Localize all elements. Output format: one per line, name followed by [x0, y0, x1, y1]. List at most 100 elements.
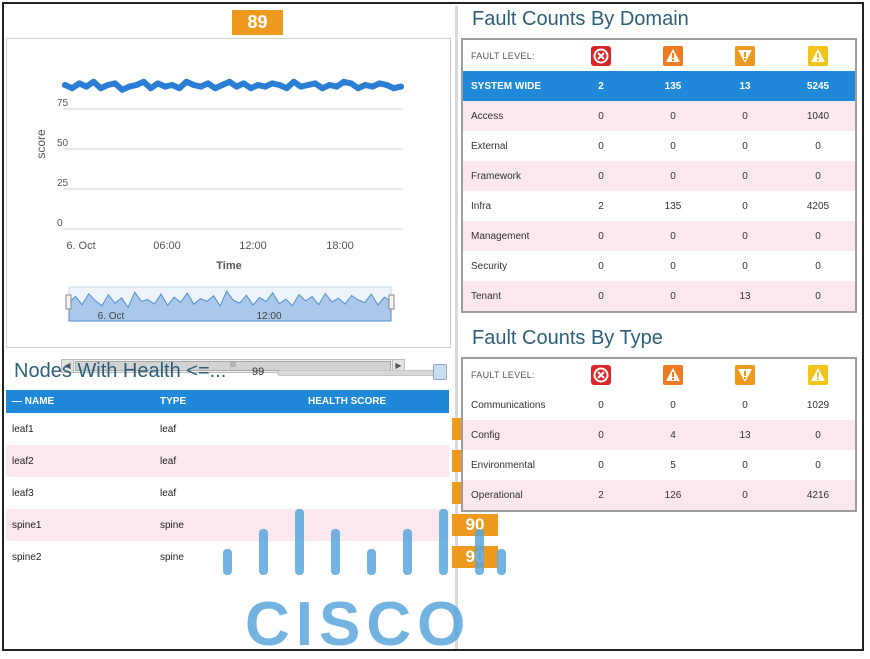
critical-count[interactable]: 2 [565, 480, 637, 510]
fault-row-environmental[interactable]: Environmental 0 5 0 0 [463, 450, 855, 480]
fault-row-tenant[interactable]: Tenant 0 0 13 0 [463, 281, 855, 311]
critical-count[interactable]: 0 [565, 251, 637, 281]
cisco-logo: CISCO [223, 509, 506, 655]
x-axis-label: Time [216, 260, 241, 272]
fault-type-table: FAULT LEVEL: Communications 0 0 0 1029 C… [463, 359, 855, 510]
node-row-leaf2[interactable]: leaf2 leaf 90 [6, 445, 498, 477]
name-column-header[interactable]: — NAME [6, 390, 154, 413]
fault-level-label: FAULT LEVEL: [471, 369, 535, 380]
fault-row-access[interactable]: Access 0 0 0 1040 [463, 101, 855, 131]
warning-count[interactable]: 0 [781, 221, 855, 251]
node-name[interactable]: spine2 [6, 541, 154, 573]
major-icon [663, 45, 683, 66]
warning-icon [808, 45, 828, 66]
major-count[interactable]: 126 [637, 480, 709, 510]
fault-row-config[interactable]: Config 0 4 13 0 [463, 420, 855, 450]
x-tick-label: 6. Oct [66, 240, 95, 252]
warning-count[interactable]: 4216 [781, 480, 855, 510]
major-count[interactable]: 0 [637, 251, 709, 281]
warning-count[interactable]: 4205 [781, 191, 855, 221]
fault-row-operational[interactable]: Operational 2 126 0 4216 [463, 480, 855, 510]
critical-count[interactable]: 0 [565, 450, 637, 480]
x-tick-label: 06:00 [153, 240, 181, 252]
major-count[interactable]: 0 [637, 221, 709, 251]
warning-count[interactable]: 0 [781, 161, 855, 191]
y-tick-label: 25 [57, 178, 69, 189]
y-tick-label: 75 [57, 98, 69, 109]
svg-text:CISCO: CISCO [245, 590, 471, 655]
critical-count[interactable]: 0 [565, 221, 637, 251]
critical-count[interactable]: 2 [565, 71, 637, 101]
fault-domain-table: FAULT LEVEL: SYSTEM WIDE 2 135 13 5245 A… [463, 40, 855, 311]
fault-row-name: Tenant [463, 281, 565, 311]
warning-count[interactable]: 0 [781, 131, 855, 161]
series-point [140, 78, 147, 85]
health-column-header[interactable]: HEALTH SCORE [302, 390, 449, 413]
minor-count[interactable]: 0 [709, 191, 781, 221]
major-count[interactable]: 0 [637, 390, 709, 420]
warning-count[interactable]: 0 [781, 420, 855, 450]
fault-row-communications[interactable]: Communications 0 0 0 1029 [463, 390, 855, 420]
series-point [312, 80, 319, 87]
series-point [219, 82, 226, 88]
series-point [205, 80, 211, 87]
navigator-handle-left [65, 294, 72, 310]
minor-count[interactable]: 0 [709, 161, 781, 191]
fault-row-system-wide[interactable]: SYSTEM WIDE 2 135 13 5245 [463, 71, 855, 101]
minor-count[interactable]: 0 [709, 101, 781, 131]
major-count[interactable]: 0 [637, 131, 709, 161]
fault-row-external[interactable]: External 0 0 0 0 [463, 131, 855, 161]
major-count[interactable]: 0 [637, 101, 709, 131]
node-name[interactable]: leaf3 [6, 477, 154, 509]
minor-count[interactable]: 0 [709, 450, 781, 480]
major-count[interactable]: 0 [637, 161, 709, 191]
minor-count[interactable]: 13 [709, 281, 781, 311]
fault-row-infra[interactable]: Infra 2 135 0 4205 [463, 191, 855, 221]
fault-row-management[interactable]: Management 0 0 0 0 [463, 221, 855, 251]
series-point [390, 85, 397, 92]
minor-count[interactable]: 0 [709, 251, 781, 281]
series-point [119, 86, 126, 93]
major-count[interactable]: 135 [637, 191, 709, 221]
major-icon [663, 364, 683, 385]
fault-row-name: Management [463, 221, 565, 251]
warning-count[interactable]: 0 [781, 251, 855, 281]
node-row-leaf1[interactable]: leaf1 leaf 90 [6, 413, 498, 445]
warning-count[interactable]: 1029 [781, 390, 855, 420]
series-point [283, 85, 290, 92]
series-point [62, 82, 68, 88]
minor-count[interactable]: 0 [709, 480, 781, 510]
minor-count[interactable]: 13 [709, 71, 781, 101]
minor-count[interactable]: 0 [709, 221, 781, 251]
critical-count[interactable]: 0 [565, 420, 637, 450]
slider-handle[interactable] [433, 364, 447, 380]
major-count[interactable]: 5 [637, 450, 709, 480]
critical-count[interactable]: 0 [565, 131, 637, 161]
node-name[interactable]: leaf2 [6, 445, 154, 477]
minor-count[interactable]: 0 [709, 131, 781, 161]
health-threshold-slider[interactable] [277, 370, 437, 376]
critical-count[interactable]: 0 [565, 101, 637, 131]
warning-count[interactable]: 0 [781, 450, 855, 480]
series-point [383, 82, 390, 88]
series-point [197, 83, 204, 90]
fault-row-name: Security [471, 260, 508, 272]
fault-row-security[interactable]: Security 0 0 0 0 [463, 251, 855, 281]
node-name[interactable]: spine1 [6, 509, 154, 541]
critical-count[interactable]: 2 [565, 191, 637, 221]
critical-count[interactable]: 0 [565, 281, 637, 311]
warning-count[interactable]: 0 [781, 281, 855, 311]
warning-count[interactable]: 1040 [781, 101, 855, 131]
major-count[interactable]: 0 [637, 281, 709, 311]
warning-count[interactable]: 5245 [781, 71, 855, 101]
minor-count[interactable]: 0 [709, 390, 781, 420]
major-count[interactable]: 4 [637, 420, 709, 450]
critical-count[interactable]: 0 [565, 161, 637, 191]
critical-count[interactable]: 0 [565, 390, 637, 420]
minor-count[interactable]: 13 [709, 420, 781, 450]
type-column-header[interactable]: TYPE [154, 390, 302, 413]
major-count[interactable]: 135 [637, 71, 709, 101]
fault-row-framework[interactable]: Framework 0 0 0 0 [463, 161, 855, 191]
series-point [269, 80, 276, 87]
node-name[interactable]: leaf1 [6, 413, 154, 445]
